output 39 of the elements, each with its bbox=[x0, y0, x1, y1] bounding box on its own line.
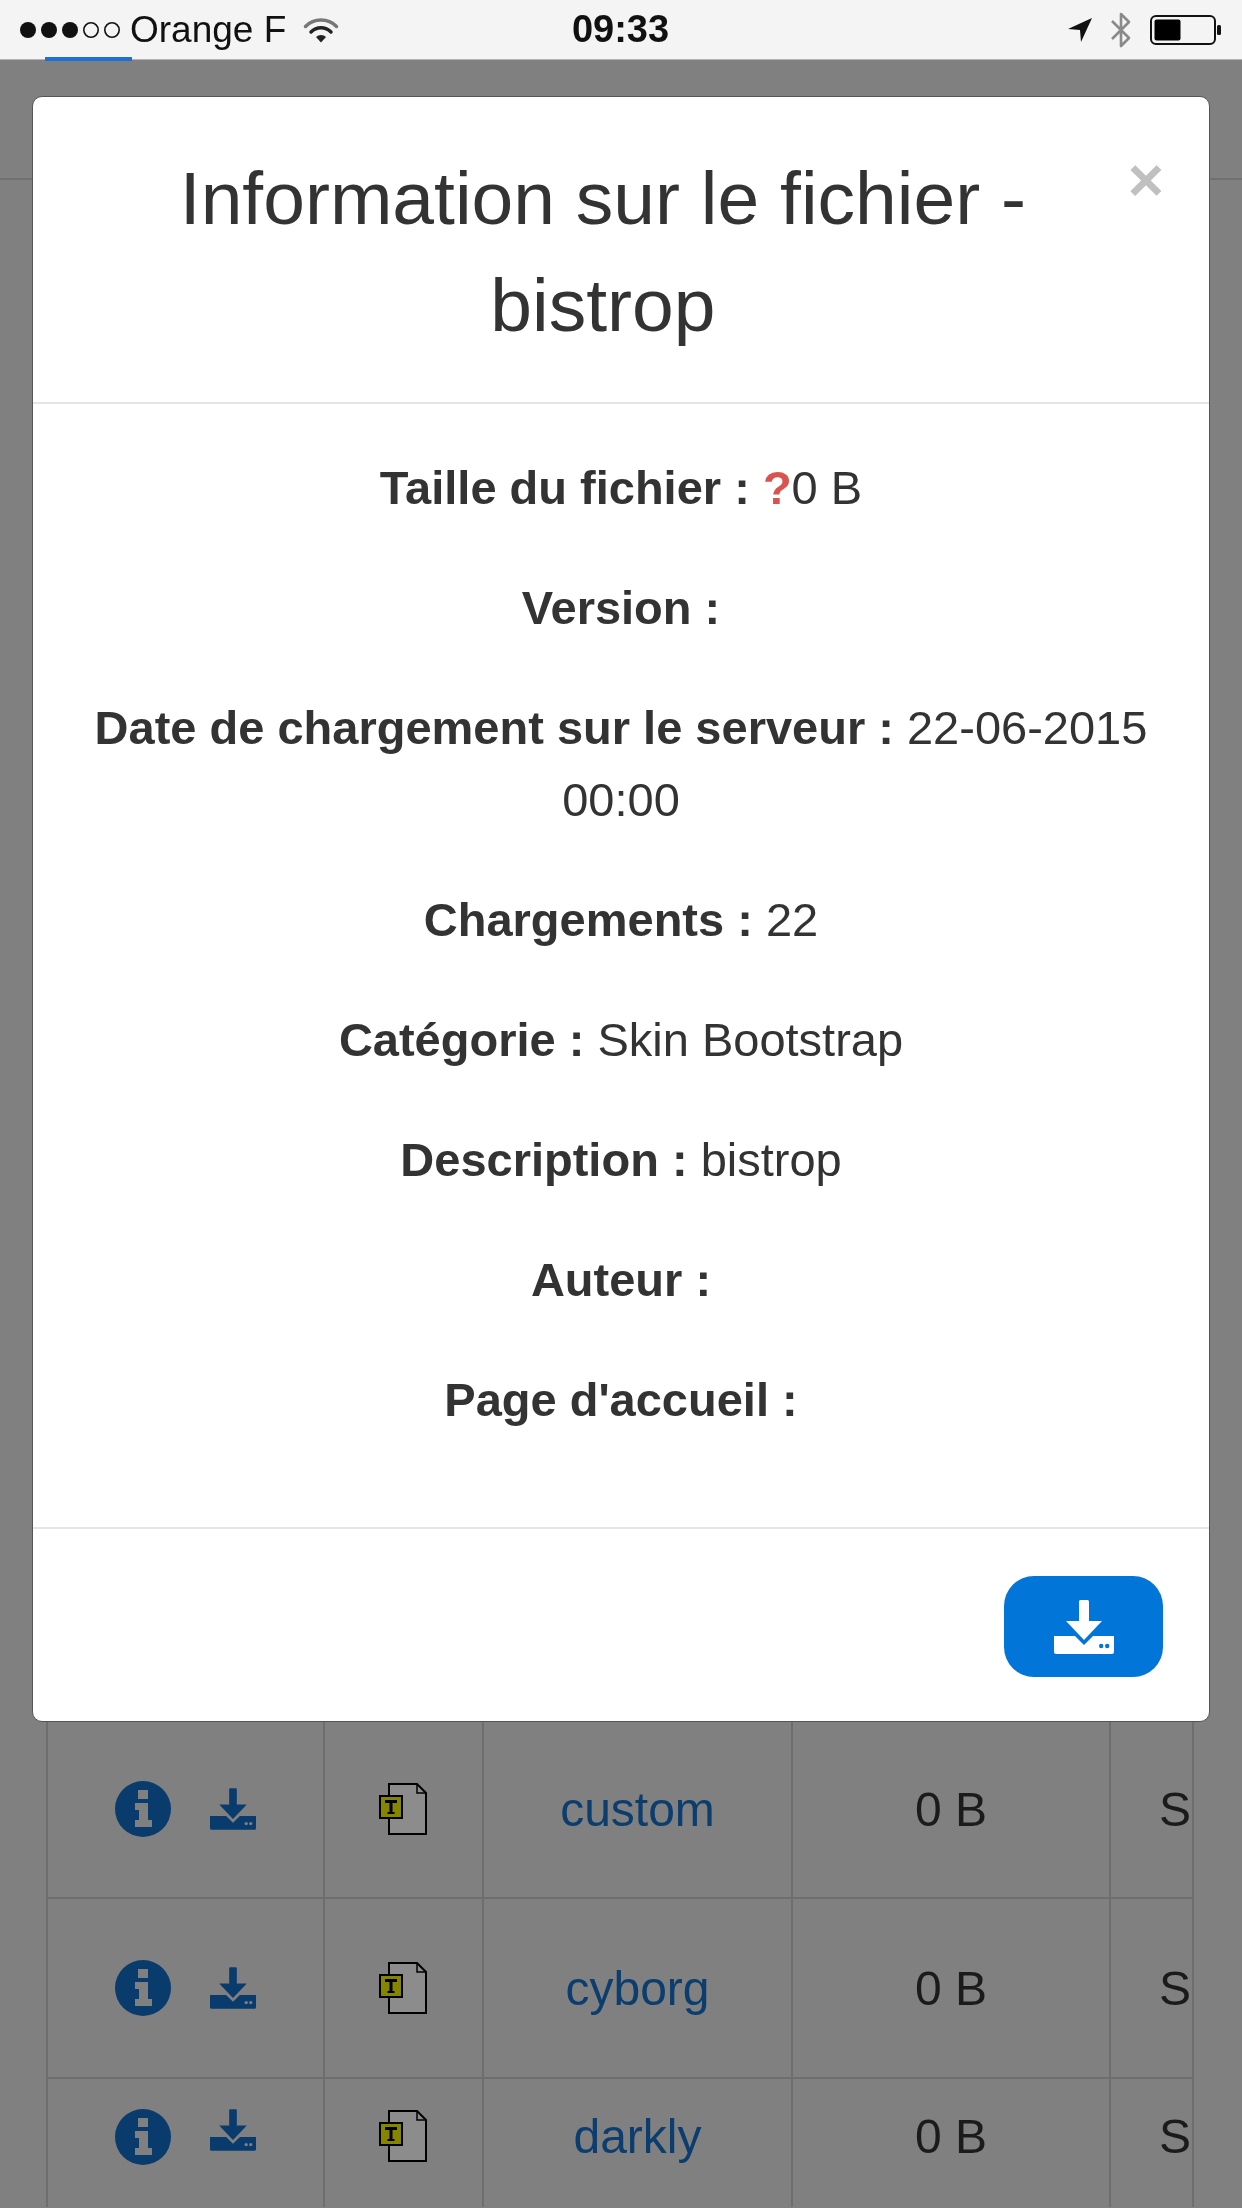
location-arrow-icon bbox=[1067, 16, 1093, 43]
file-size-text: 0 B bbox=[914, 2109, 987, 2164]
column-text: S bbox=[1159, 1960, 1191, 2016]
wifi-icon bbox=[303, 16, 340, 43]
signal-strength-icon bbox=[19, 20, 121, 39]
question-mark-icon: ? bbox=[762, 461, 792, 514]
info-line: Date de chargement sur le serveur : 22-06-2015 00:00 bbox=[93, 700, 1149, 828]
info-line: Catégorie : Skin Bootstrap bbox=[337, 1012, 905, 1068]
close-button[interactable]: × bbox=[1127, 149, 1164, 211]
info-line: Version : bbox=[520, 580, 722, 636]
info-icon[interactable] bbox=[115, 1781, 171, 1837]
bluetooth-icon bbox=[1110, 10, 1132, 49]
info-icon[interactable] bbox=[115, 1960, 171, 2016]
carrier-name: Orange F bbox=[130, 8, 287, 51]
info-line: Page d'accueil : bbox=[443, 1372, 799, 1428]
modal-title: Information sur le fichier - bistrop bbox=[178, 155, 1027, 349]
info-label: Taille du fichier : bbox=[379, 461, 750, 514]
file-size-text: 0 B bbox=[914, 1960, 987, 2016]
text-file-icon bbox=[378, 1961, 429, 2015]
info-line: Description : bistrop bbox=[399, 1132, 843, 1188]
download-icon[interactable] bbox=[210, 1967, 256, 2009]
file-size-text: 0 B bbox=[914, 1781, 987, 1837]
column-text: S bbox=[1159, 2109, 1191, 2164]
file-name-link[interactable]: darkly bbox=[573, 2109, 702, 2164]
file-name-link[interactable]: custom bbox=[560, 1781, 715, 1837]
text-file-icon bbox=[378, 2109, 429, 2163]
file-name-link[interactable]: cyborg bbox=[565, 1960, 710, 2016]
download-icon bbox=[1053, 1599, 1114, 1654]
info-line: Auteur : bbox=[529, 1252, 713, 1308]
info-value: 0 B bbox=[791, 461, 863, 514]
text-file-icon bbox=[378, 1782, 429, 1836]
column-text: S bbox=[1159, 1781, 1191, 1837]
battery-icon bbox=[1150, 14, 1222, 45]
download-icon[interactable] bbox=[210, 2109, 256, 2151]
clock-time: 09:33 bbox=[571, 8, 670, 51]
download-icon[interactable] bbox=[210, 1788, 256, 1830]
download-button[interactable] bbox=[1004, 1576, 1163, 1677]
info-line: Chargements : 22 bbox=[422, 892, 820, 948]
info-icon[interactable] bbox=[115, 2109, 171, 2165]
